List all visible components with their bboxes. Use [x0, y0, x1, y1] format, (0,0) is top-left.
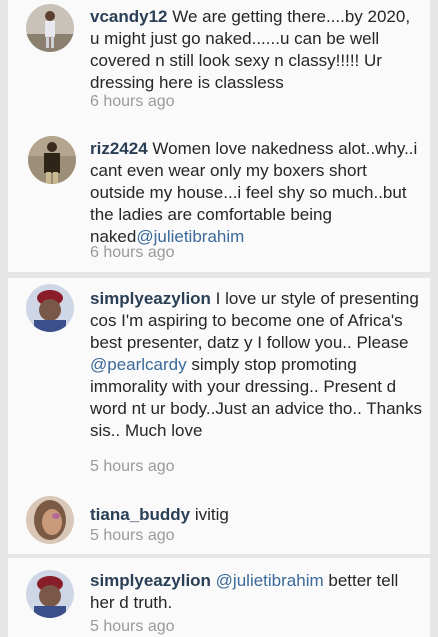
comment-card: tiana_buddy ivitig 5 hours ago [8, 484, 430, 554]
user-photo-icon [26, 570, 74, 618]
user-photo-icon [26, 496, 74, 544]
comment-mention[interactable]: @pearlcardy [90, 355, 187, 374]
comments-feed: vcandy12 We are getting there....by 2020… [0, 0, 438, 637]
comment-card: simplyeazylion @julietibrahim better tel… [8, 558, 430, 637]
comment-username[interactable]: simplyeazylion [90, 289, 211, 308]
comment-text: simplyeazylion @julietibrahim better tel… [90, 570, 424, 614]
comment-mention[interactable]: @julietibrahim [216, 571, 324, 590]
comment-username[interactable]: riz2424 [90, 139, 148, 158]
comment-timestamp: 6 hours ago [90, 93, 175, 110]
avatar[interactable] [26, 284, 74, 332]
comment-text: vcandy12 We are getting there....by 2020… [90, 6, 424, 94]
avatar[interactable] [26, 496, 74, 544]
comment-timestamp: 5 hours ago [90, 458, 175, 475]
comment-card: vcandy12 We are getting there....by 2020… [8, 0, 430, 128]
comment-body: ivitig [190, 505, 229, 524]
comment-text: simplyeazylion I love ur style of presen… [90, 288, 424, 442]
comment-timestamp: 5 hours ago [90, 527, 175, 544]
avatar[interactable] [28, 136, 76, 184]
user-photo-icon [28, 136, 76, 184]
user-photo-icon [26, 284, 74, 332]
comment-timestamp: 5 hours ago [90, 618, 175, 635]
comment-card: riz2424 Women love nakedness alot..why..… [8, 128, 430, 272]
comment-card: simplyeazylion I love ur style of presen… [8, 278, 430, 484]
comment-username[interactable]: simplyeazylion [90, 571, 211, 590]
comment-username[interactable]: tiana_buddy [90, 505, 190, 524]
user-photo-icon [26, 4, 74, 52]
comment-username[interactable]: vcandy12 [90, 7, 168, 26]
avatar[interactable] [26, 570, 74, 618]
comment-text: riz2424 Women love nakedness alot..why..… [90, 138, 424, 248]
avatar[interactable] [26, 4, 74, 52]
comment-timestamp: 6 hours ago [90, 244, 175, 261]
comment-text: tiana_buddy ivitig [90, 504, 424, 526]
